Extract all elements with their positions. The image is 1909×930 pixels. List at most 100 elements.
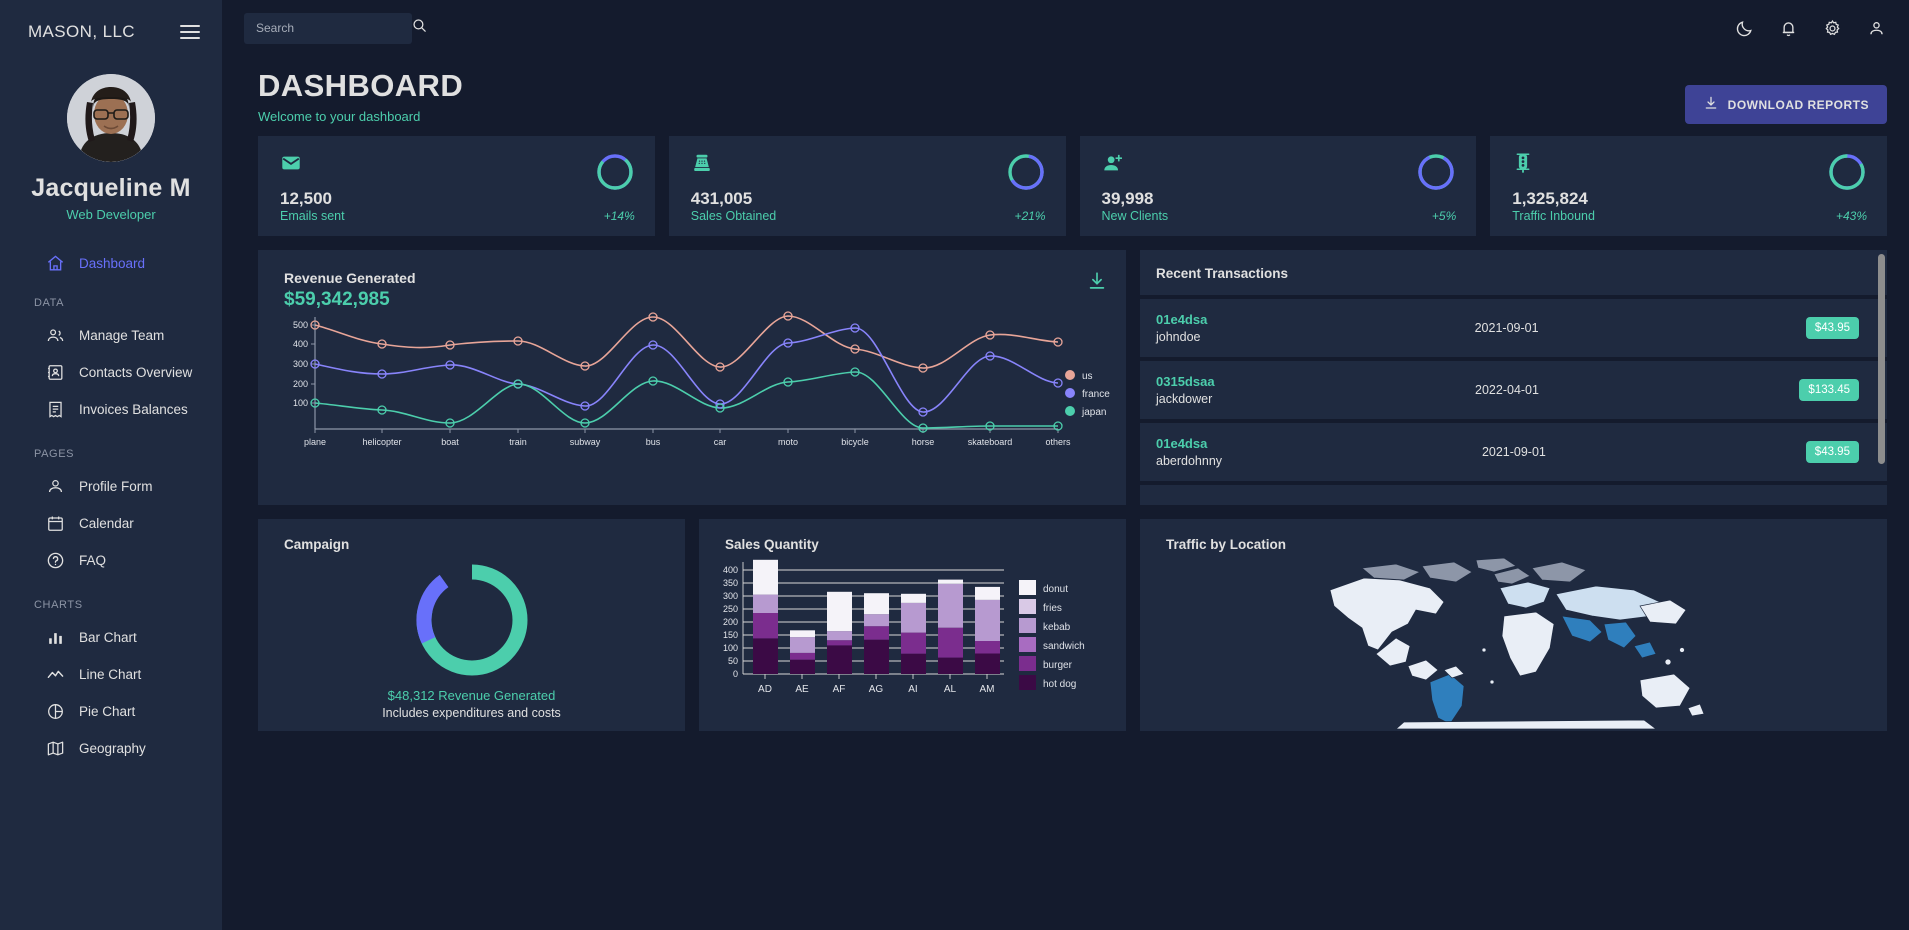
dark-mode-icon[interactable] (1729, 13, 1759, 43)
stat-card-traffic-inbound: 1,325,824 Traffic Inbound +43% (1490, 136, 1887, 236)
sidebar-section-pages: PAGES (34, 448, 75, 460)
sidebar-item-label: Line Chart (79, 667, 142, 682)
table-row[interactable]: 01e4dsa aberdohnny 2021-09-01 $43.95 (1140, 423, 1887, 485)
search-icon[interactable] (411, 17, 428, 39)
table-row[interactable] (1140, 485, 1887, 505)
dashboard-grid: 12,500 Emails sent +14% 431,005 Sales Ob… (222, 124, 1909, 731)
table-row[interactable]: 0315dsaa jackdower 2022-04-01 $133.45 (1140, 361, 1887, 423)
revenue-generated-card: Revenue Generated $59,342,985 500 400 30… (258, 250, 1126, 505)
settings-icon[interactable] (1817, 13, 1847, 43)
sidebar-item-manage-team[interactable]: Manage Team (0, 317, 222, 354)
person-icon (46, 477, 65, 496)
help-icon (46, 551, 65, 570)
stat-label: Traffic Inbound (1512, 209, 1595, 223)
sidebar-item-invoices-balances[interactable]: Invoices Balances (0, 391, 222, 428)
sidebar-item-label: FAQ (79, 553, 107, 568)
download-reports-button[interactable]: DOWNLOAD REPORTS (1684, 85, 1887, 124)
sidebar-item-label: Manage Team (79, 328, 165, 343)
svg-text:400: 400 (293, 339, 308, 349)
sidebar-item-geography[interactable]: Geography (0, 730, 222, 767)
transactions-title: Recent Transactions (1156, 266, 1289, 281)
traffic-title: Traffic by Location (1166, 537, 1287, 552)
scrollbar-thumb[interactable] (1878, 254, 1885, 464)
page-subtitle: Welcome to your dashboard (258, 109, 421, 124)
sidebar-item-line-chart[interactable]: Line Chart (0, 656, 222, 693)
transaction-date: 2021-09-01 (1474, 321, 1539, 335)
svg-text:200: 200 (293, 379, 308, 389)
sidebar-item-contacts-overview[interactable]: Contacts Overview (0, 354, 222, 391)
search-input[interactable] (256, 21, 411, 35)
progress-ring (1829, 154, 1865, 190)
sidebar-item-calendar[interactable]: Calendar (0, 505, 222, 542)
dashboard-app: MASON, LLC Jacqueline M Web Developer Da… (0, 0, 1909, 930)
sidebar-item-bar-chart[interactable]: Bar Chart (0, 619, 222, 656)
svg-text:boat: boat (441, 437, 459, 447)
sidebar-item-faq[interactable]: FAQ (0, 542, 222, 579)
transaction-user: jackdower (1156, 392, 1213, 406)
svg-text:250: 250 (723, 604, 738, 614)
progress-ring (1007, 154, 1044, 190)
sidebar-item-label: Dashboard (79, 256, 146, 271)
profile-name: Jacqueline M (31, 174, 191, 202)
svg-text:300: 300 (723, 591, 738, 601)
bottom-panels-row: Campaign $48,312 Revenue Generated Inclu… (258, 519, 1887, 731)
account-icon[interactable] (1861, 13, 1891, 43)
bar-group-AL (938, 579, 963, 674)
progress-ring (1418, 154, 1454, 190)
download-icon[interactable] (1086, 270, 1108, 311)
email-icon (280, 156, 302, 178)
campaign-panel: Campaign $48,312 Revenue Generated Inclu… (258, 519, 685, 731)
svg-text:car: car (714, 437, 727, 447)
revenue-title: Revenue Generated (284, 270, 416, 286)
svg-text:500: 500 (293, 320, 308, 330)
sidebar-item-label: Calendar (79, 516, 134, 531)
brand-title: MASON, LLC (28, 22, 135, 41)
transaction-amount: $133.45 (1799, 379, 1859, 401)
home-icon (46, 254, 65, 273)
sidebar-item-label: Contacts Overview (79, 365, 193, 380)
transaction-user: aberdohnny (1156, 454, 1223, 468)
svg-text:300: 300 (293, 359, 308, 369)
sidebar-item-profile-form[interactable]: Profile Form (0, 468, 222, 505)
transaction-id: 01e4dsa (1156, 436, 1208, 451)
svg-text:hot dog: hot dog (1043, 679, 1076, 690)
table-row[interactable]: 01e4dsa johndoe 2021-09-01 $43.95 (1140, 299, 1887, 361)
notifications-icon[interactable] (1773, 13, 1803, 43)
svg-text:plane: plane (304, 437, 326, 447)
svg-text:horse: horse (912, 437, 935, 447)
hamburger-icon[interactable] (180, 25, 200, 39)
stat-card-emails-sent: 12,500 Emails sent +14% (258, 136, 655, 236)
sales-quantity-panel: Sales Quantity 400 350 300 250 200 150 1… (699, 519, 1126, 731)
sidebar-item-label: Profile Form (79, 479, 153, 494)
svg-text:skateboard: skateboard (968, 437, 1013, 447)
world-map-chart (1329, 557, 1704, 729)
progress-ring (597, 154, 633, 190)
svg-text:AI: AI (908, 684, 917, 695)
bar-group-AF (827, 591, 852, 674)
bar-chart-legend: donut fries kebab sandwich burger hot do… (1019, 580, 1085, 690)
svg-text:train: train (509, 437, 527, 447)
transactions-header: Recent Transactions (1140, 250, 1887, 299)
stat-increase: +43% (1835, 209, 1867, 223)
page-header: DASHBOARD Welcome to your dashboard DOWN… (222, 56, 1909, 124)
stat-increase: +14% (603, 209, 635, 223)
line-chart-legend: us france japan (1065, 370, 1110, 418)
search-box[interactable] (244, 12, 426, 44)
sidebar-item-pie-chart[interactable]: Pie Chart (0, 693, 222, 730)
campaign-subcaption: Includes expenditures and costs (382, 706, 561, 720)
sidebar-item-label: Pie Chart (79, 704, 136, 719)
transaction-amount: $43.95 (1805, 317, 1859, 339)
campaign-title: Campaign (284, 537, 350, 552)
transaction-id: 01e4dsa (1156, 312, 1208, 327)
bar-group-AI (901, 593, 926, 674)
svg-text:100: 100 (723, 643, 738, 653)
line-chart-icon (46, 665, 65, 684)
revenue-amount: $59,342,985 (284, 289, 390, 310)
main-content: DASHBOARD Welcome to your dashboard DOWN… (222, 0, 1909, 930)
transaction-user: johndoe (1156, 330, 1201, 344)
svg-text:moto: moto (778, 437, 798, 447)
sidebar-item-label: Invoices Balances (79, 402, 188, 417)
sidebar-item-dashboard[interactable]: Dashboard (0, 250, 222, 277)
avatar[interactable] (67, 74, 155, 162)
receipt-icon (46, 400, 65, 419)
